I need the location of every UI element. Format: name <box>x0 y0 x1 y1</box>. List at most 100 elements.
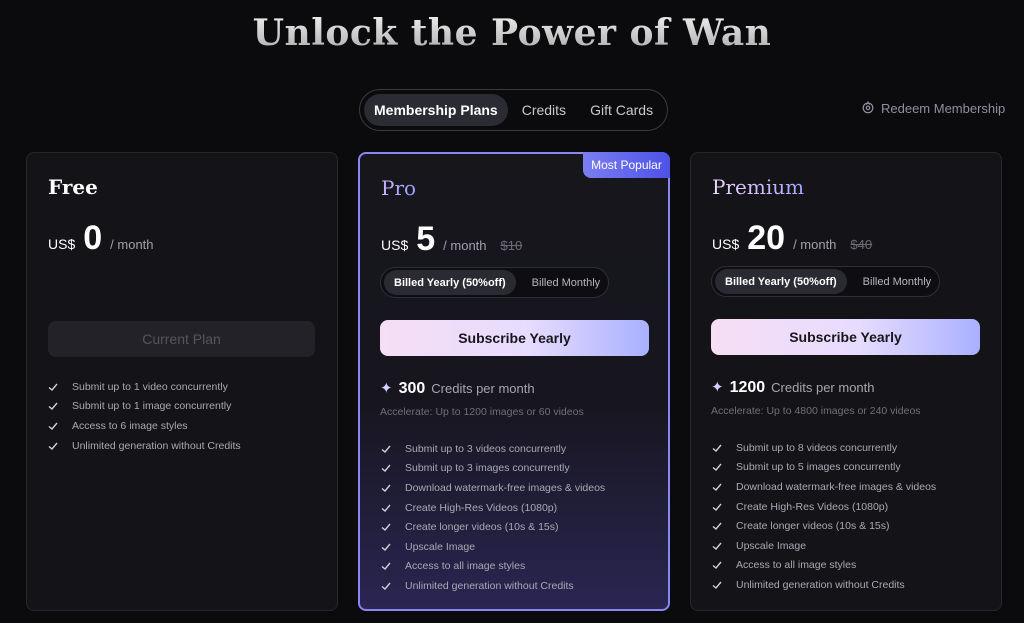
check-icon <box>712 542 722 550</box>
currency: US$ <box>48 236 76 252</box>
check-icon <box>712 503 722 511</box>
billing-toggle: Billed Yearly (50%off) Billed Monthly <box>380 267 609 298</box>
credits-amount: 1200 <box>729 379 766 396</box>
gift-icon <box>861 100 875 117</box>
credits-row: ✦ 1200 Credits per month <box>711 378 875 397</box>
feature-label: Submit up to 5 images concurrently <box>736 461 901 474</box>
feature-label: Download watermark-free images & videos <box>736 480 937 493</box>
check-icon <box>48 383 58 391</box>
tab-membership-plans[interactable]: Membership Plans <box>364 94 508 126</box>
billed-monthly-option[interactable]: Billed Monthly <box>522 270 610 295</box>
check-icon <box>381 562 391 571</box>
check-icon <box>381 543 391 551</box>
check-icon <box>712 522 722 531</box>
feature-label: Access to all image styles <box>405 560 526 573</box>
list-item: Unlimited generation without Credits <box>381 576 605 596</box>
subscribe-yearly-button[interactable]: Subscribe Yearly <box>380 320 649 356</box>
list-item: Create High-Res Videos (1080p) <box>712 497 936 517</box>
accelerate-note: Accelerate: Up to 4800 images or 240 vid… <box>711 405 921 417</box>
price-amount: 5 <box>416 220 436 258</box>
check-icon <box>712 483 722 491</box>
check-icon <box>381 484 391 492</box>
list-item: Access to 6 image styles <box>48 416 241 436</box>
currency: US$ <box>712 236 740 252</box>
list-item: Submit up to 8 videos concurrently <box>712 438 936 458</box>
check-icon <box>712 463 722 472</box>
page-title: Unlock the Power of Wan <box>0 12 1024 54</box>
credits-label: Credits per month <box>431 381 535 396</box>
list-item: Submit up to 1 image concurrently <box>48 397 241 417</box>
list-item: Upscale Image <box>381 537 605 557</box>
check-icon <box>381 523 391 532</box>
feature-label: Submit up to 1 video concurrently <box>72 380 228 393</box>
billing-toggle: Billed Yearly (50%off) Billed Monthly <box>711 266 940 297</box>
feature-label: Upscale Image <box>405 540 476 553</box>
original-price: $40 <box>850 237 873 252</box>
check-icon <box>48 422 58 430</box>
list-item: Submit up to 5 images concurrently <box>712 458 936 478</box>
feature-label: Unlimited generation without Credits <box>405 579 574 592</box>
list-item: Create longer videos (10s & 15s) <box>712 516 936 536</box>
price-amount: 20 <box>747 219 786 257</box>
credits-label: Credits per month <box>771 380 875 395</box>
feature-label: Submit up to 3 images concurrently <box>405 462 570 475</box>
plan-name: Premium <box>712 175 805 199</box>
feature-label: Submit up to 3 videos concurrently <box>405 442 567 455</box>
check-icon <box>712 581 722 589</box>
check-icon <box>381 504 391 512</box>
feature-list: Submit up to 3 videos concurrently Submi… <box>381 439 605 596</box>
list-item: Access to all image styles <box>712 556 936 576</box>
subscribe-yearly-button[interactable]: Subscribe Yearly <box>711 319 980 355</box>
feature-label: Access to all image styles <box>736 559 857 572</box>
plan-card-free: Free US$ 0 / month Current Plan Submit u… <box>26 152 338 611</box>
price-row: US$ 20 / month $40 <box>712 219 872 258</box>
currency: US$ <box>381 237 409 253</box>
plan-type-tabs: Membership Plans Credits Gift Cards <box>359 89 668 131</box>
tab-credits[interactable]: Credits <box>512 94 576 126</box>
feature-label: Create longer videos (10s & 15s) <box>736 520 890 533</box>
price-period: / month <box>110 237 154 252</box>
price-amount: 0 <box>83 219 103 257</box>
price-row: US$ 5 / month $10 <box>381 220 522 259</box>
check-icon <box>381 445 391 453</box>
feature-label: Create High-Res Videos (1080p) <box>736 500 889 513</box>
feature-label: Create High-Res Videos (1080p) <box>405 501 558 514</box>
billed-monthly-option[interactable]: Billed Monthly <box>853 269 941 294</box>
list-item: Unlimited generation without Credits <box>712 575 936 595</box>
billed-yearly-option[interactable]: Billed Yearly (50%off) <box>384 270 516 295</box>
feature-label: Submit up to 8 videos concurrently <box>736 441 898 454</box>
feature-label: Submit up to 1 image concurrently <box>72 400 232 413</box>
list-item: Download watermark-free images & videos <box>381 478 605 498</box>
billed-yearly-option[interactable]: Billed Yearly (50%off) <box>715 269 847 294</box>
redeem-membership-link[interactable]: Redeem Membership <box>861 100 1005 117</box>
credits-row: ✦ 300 Credits per month <box>380 379 535 398</box>
list-item: Submit up to 3 videos concurrently <box>381 439 605 459</box>
list-item: Access to all image styles <box>381 557 605 577</box>
plan-card-pro: Most Popular Pro US$ 5 / month $10 Bille… <box>358 152 670 611</box>
feature-label: Unlimited generation without Credits <box>736 578 905 591</box>
feature-label: Access to 6 image styles <box>72 419 188 432</box>
accelerate-note: Accelerate: Up to 1200 images or 60 vide… <box>380 406 584 418</box>
sparkle-icon: ✦ <box>380 380 393 397</box>
feature-label: Upscale Image <box>736 539 807 552</box>
check-icon <box>381 464 391 473</box>
feature-list: Submit up to 8 videos concurrently Submi… <box>712 438 936 595</box>
tab-gift-cards[interactable]: Gift Cards <box>580 94 663 126</box>
current-plan-button: Current Plan <box>48 321 315 357</box>
check-icon <box>712 561 722 570</box>
list-item: Submit up to 1 video concurrently <box>48 377 241 397</box>
feature-label: Download watermark-free images & videos <box>405 481 606 494</box>
credits-amount: 300 <box>398 380 426 397</box>
list-item: Download watermark-free images & videos <box>712 477 936 497</box>
plan-card-premium: Premium US$ 20 / month $40 Billed Yearly… <box>690 152 1002 611</box>
price-period: / month <box>443 238 487 253</box>
list-item: Upscale Image <box>712 536 936 556</box>
feature-label: Unlimited generation without Credits <box>72 439 241 452</box>
list-item: Create High-Res Videos (1080p) <box>381 498 605 518</box>
redeem-membership-label: Redeem Membership <box>881 101 1006 116</box>
most-popular-badge: Most Popular <box>583 152 670 178</box>
check-icon <box>381 582 391 590</box>
plan-name: Free <box>48 175 98 199</box>
check-icon <box>712 444 722 452</box>
sparkle-icon: ✦ <box>711 379 724 396</box>
